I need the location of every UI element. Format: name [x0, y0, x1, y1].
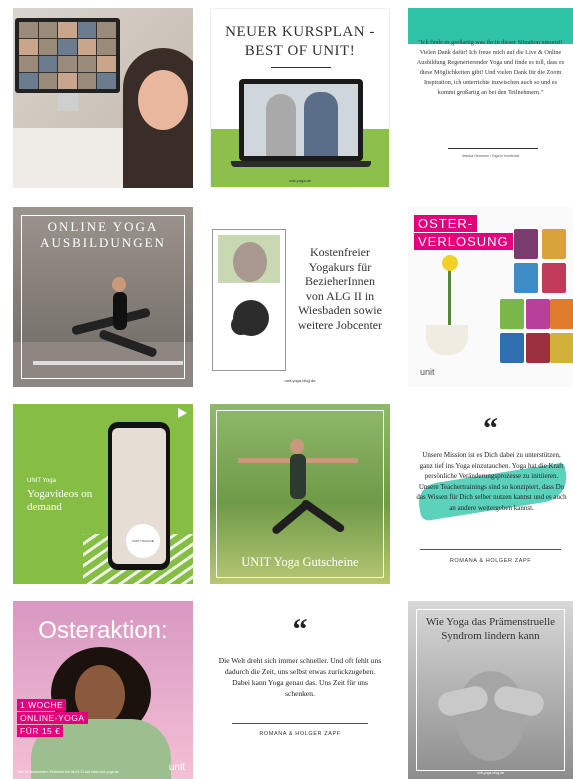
title-line-1: OSTER-	[414, 215, 478, 232]
title-line-2: VERLOSUNG	[414, 233, 513, 250]
tea-box	[550, 299, 573, 329]
tea-box	[526, 333, 550, 363]
testimonial-signature: Jessica Hermann / Yoga in Innsbruck	[461, 154, 520, 158]
quote-icon: “	[292, 613, 308, 646]
monitor-stand	[58, 93, 78, 111]
unit-logo: unit	[420, 367, 435, 377]
post-osteraktion[interactable]: Osteraktion: 1 WOCHE ONLINE-YOGA FÜR 15 …	[13, 601, 193, 779]
badge-line-2: ONLINE-YOGA	[17, 712, 88, 724]
post-photo-online-class[interactable]	[13, 8, 193, 188]
post-title: Wie Yoga das Prämenstruelle Syndrom lind…	[425, 616, 556, 642]
post-title: Yogavideos on demand	[27, 488, 93, 513]
post-url: unit-yoga.de	[288, 178, 311, 183]
portrait	[233, 242, 267, 282]
tea-box	[500, 299, 524, 329]
person-face	[138, 70, 188, 130]
quote-icon: “	[483, 412, 498, 445]
post-text: Kostenfreier Yogakurs für BezieherInnen …	[297, 245, 383, 332]
post-kursplan[interactable]: NEUER KURSPLAN - BEST OF UNIT! unit-yoga…	[210, 8, 390, 188]
tea-box	[514, 263, 538, 293]
monitor-zoom-call	[15, 18, 120, 93]
post-gutscheine[interactable]: UNIT Yoga Gutscheine	[210, 404, 390, 584]
fineprint: Nur für Neukunden. Einlösbar bis 06.04.2…	[18, 770, 119, 774]
post-title: ONLINE YOGA AUSBILDUNGEN	[40, 219, 166, 250]
phone-badge: UNIT YOGA.DE	[126, 524, 160, 558]
post-url: unit-yoga-blog.de	[284, 378, 316, 383]
post-title: Osteraktion:	[38, 617, 168, 644]
phone-mockup: UNIT YOGA.DE	[108, 422, 170, 570]
divider	[448, 148, 538, 149]
divider	[420, 549, 561, 550]
post-testimonial[interactable]: "Ich finde es großartig was ihr in diese…	[408, 8, 573, 188]
divider	[232, 723, 368, 724]
play-icon	[178, 408, 187, 418]
post-online-yoga-ausbildungen[interactable]: ONLINE YOGA AUSBILDUNGEN	[13, 207, 193, 387]
pot	[426, 325, 468, 355]
divider	[271, 67, 331, 68]
tea-box	[550, 333, 573, 363]
tea-box	[542, 229, 566, 259]
flower-stem	[448, 267, 451, 332]
tea-box	[542, 263, 566, 293]
post-title: UNIT Yoga Gutscheine	[241, 555, 359, 569]
quote-text: Unsere Mission ist es Dich dabei zu unte…	[416, 451, 567, 512]
post-mission-quote[interactable]: “ Unsere Mission ist es Dich dabei zu un…	[408, 404, 573, 584]
badge	[231, 315, 251, 335]
instagram-post-grid: NEUER KURSPLAN - BEST OF UNIT! unit-yoga…	[0, 0, 573, 779]
post-yogavideos[interactable]: UNIT Yoga Yogavideos on demand UNIT YOGA…	[13, 404, 193, 584]
unit-logo: unit	[168, 762, 185, 773]
tea-box	[500, 333, 524, 363]
laptop-image	[239, 79, 363, 161]
post-zeit-quote[interactable]: “ Die Welt dreht sich immer schneller. U…	[210, 601, 390, 779]
flower-icon	[442, 255, 458, 271]
post-kostenfreier-yogakurs[interactable]: Kostenfreier Yogakurs für BezieherInnen …	[210, 207, 390, 387]
quote-text: Die Welt dreht sich immer schneller. Und…	[218, 656, 382, 698]
flyer-card	[212, 229, 286, 371]
quote-signature: ROMANA & HOLGER ZAPF	[449, 558, 532, 564]
post-pms[interactable]: Wie Yoga das Prämenstruelle Syndrom lind…	[408, 601, 573, 779]
quote-signature: ROMANA & HOLGER ZAPF	[259, 731, 341, 737]
frame	[216, 410, 384, 578]
post-url: unit-yoga-blog.de	[476, 771, 505, 775]
badge-line-3: FÜR 15 €	[17, 725, 64, 737]
tea-box	[526, 299, 550, 329]
testimonial-text: "Ich finde es großartig was ihr in diese…	[416, 39, 565, 96]
tea-box	[514, 229, 538, 259]
brand-label: UNIT Yoga	[27, 478, 56, 484]
post-title: NEUER KURSPLAN - BEST OF UNIT!	[225, 24, 375, 59]
laptop-base	[231, 161, 371, 167]
badge-line-1: 1 WOCHE	[17, 699, 67, 711]
post-oster-verlosung[interactable]: OSTER- VERLOSUNG unit	[408, 207, 573, 387]
